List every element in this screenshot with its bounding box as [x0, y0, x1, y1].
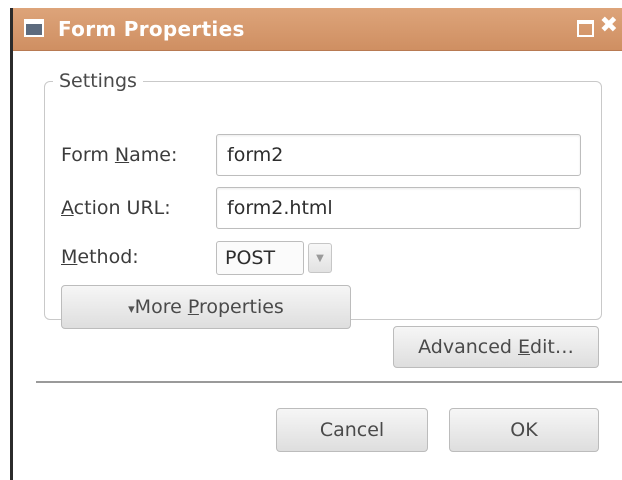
method-label-mnemonic: M [61, 246, 78, 268]
method-label-post: ethod: [77, 246, 139, 268]
more-properties-label-post: roperties [198, 296, 284, 318]
chevron-down-icon[interactable]: ▼ [308, 243, 332, 273]
form-name-label: Form Name: [61, 144, 177, 166]
separator [36, 381, 622, 383]
title-bar[interactable]: Form Properties ✖ [13, 8, 622, 51]
more-properties-label-pre: More [134, 296, 188, 318]
ok-button[interactable]: OK [449, 408, 599, 452]
advanced-edit-label-post: dit… [530, 336, 574, 358]
settings-legend: Settings [59, 70, 137, 92]
advanced-edit-label-pre: Advanced [418, 336, 519, 358]
advanced-edit-button[interactable]: Advanced Edit… [393, 326, 599, 368]
settings-group: Settings Form Name: form2 Action URL: fo… [44, 70, 602, 329]
close-icon[interactable]: ✖ [600, 15, 618, 37]
window-icon [24, 19, 44, 37]
maximize-icon[interactable] [577, 20, 594, 37]
form-name-label-post: ame: [129, 144, 178, 166]
form-properties-dialog: Form Properties ✖ Settings Form Name: fo… [10, 8, 622, 480]
action-url-label-mnemonic: A [61, 197, 74, 219]
action-url-input[interactable]: form2.html [216, 187, 581, 229]
more-properties-label-mnemonic: P [187, 296, 199, 318]
form-name-input[interactable]: form2 [216, 134, 581, 176]
form-name-label-pre: Form [61, 144, 115, 166]
advanced-edit-label-mnemonic: E [518, 336, 531, 358]
cancel-button[interactable]: Cancel [276, 408, 428, 452]
form-name-label-mnemonic: N [114, 144, 130, 166]
more-properties-button[interactable]: ▾More Properties [61, 285, 351, 329]
method-label: Method: [61, 246, 139, 268]
action-url-label-post: ction URL: [73, 197, 171, 219]
window-title: Form Properties [58, 17, 245, 41]
method-select[interactable]: POST [216, 241, 304, 275]
action-url-label: Action URL: [61, 197, 171, 219]
